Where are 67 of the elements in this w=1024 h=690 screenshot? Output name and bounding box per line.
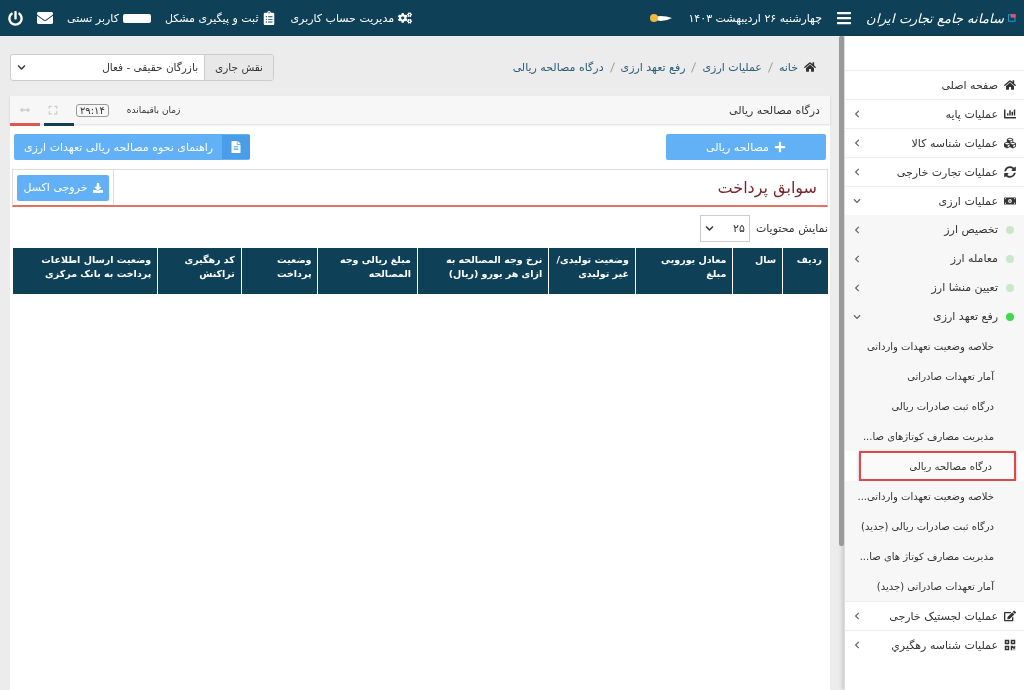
page-size-select[interactable]: ۲۵ [699,215,750,242]
notepad-icon [262,11,277,25]
submenu-link[interactable]: آمار تعهدات صادراتی [845,361,1024,391]
submenu-link[interactable]: آمار تعهدات صادراتی (جدید) [845,571,1024,601]
breadcrumb-link[interactable]: درگاه مصالحه ریالی [512,60,604,74]
breadcrumb-link[interactable]: خانه [778,60,798,74]
section-title: سوابق پرداخت [717,178,817,197]
sidebar-item[interactable]: صفحه اصلی [845,70,1024,99]
submenu-link[interactable]: مدیریت مصارف کوتاژهای صا... [845,421,1024,451]
qr-code-icon [1004,639,1016,651]
column-header: سال [732,248,783,294]
submenu-link[interactable]: مدیریت مصارف کوتاژ های صا... [845,541,1024,571]
plus-icon [773,141,786,153]
sidebar-item[interactable]: عملیات لجستیک خارجی [845,601,1024,630]
column-header: نرخ وجه المصالحه به ازای هر یورو (ریال) [416,248,549,294]
column-header: وضعیت ارسال اطلاعات پرداخت به بانک مرکزی [12,248,158,294]
chevron-down-icon [704,224,714,233]
header-link[interactable]: ثبت و پیگیری مشکل [164,11,277,25]
edit-icon [1004,610,1016,622]
submenu-link[interactable]: خلاصه وضعیت تعهدات وارداتی... [845,481,1024,511]
sidebar-item[interactable]: عملیات شناسه کالا [845,128,1024,157]
refresh-icon [1004,166,1016,178]
panel-title: درگاه مصالحه ریالی [729,103,820,117]
submenu-link[interactable]: درگاه ثبت صادرات ریالی (جدید) [845,511,1024,541]
column-header: وضعیت پرداخت [240,248,318,294]
submenu-link[interactable]: خلاصه وضعیت تعهدات وارداتی [845,331,1024,361]
sidebar-item[interactable]: عملیات پایه [845,99,1024,128]
download-icon [92,182,103,193]
settings-icon [398,11,413,25]
logo-text: سامانه جامع تجارت ایران [866,10,1005,26]
breadcrumb-link[interactable]: رفع تعهد ارزی [620,60,686,74]
breadcrumb-link[interactable]: عملیات ارزی [702,60,762,74]
bar-chart-icon [1004,108,1016,120]
column-header: معادل یورویی مبلغ [634,248,733,294]
role-select[interactable]: نقش جاری بازرگان حقیقی - فعال [10,53,274,81]
column-header: ردیف [782,248,828,294]
menu-icon[interactable] [836,10,852,26]
power-icon[interactable] [8,10,23,26]
cubes-icon [1004,137,1016,149]
scrollbar[interactable] [839,36,844,546]
submenu-item[interactable]: تخصیص ارز [845,215,1024,244]
slash-separator-icon [609,61,615,73]
submenu-link[interactable]: درگاه ثبت صادرات ریالی [845,391,1024,421]
column-header: وضعیت تولیدی/ غیر تولیدی [548,248,635,294]
date-text: چهارشنبه ۲۶ اردیبهشت ۱۴۰۳ [688,11,822,25]
home-icon [1004,79,1016,91]
document-icon [230,141,242,153]
submenu-item[interactable]: رفع تعهد ارزی [845,302,1024,331]
chevron-down-icon [17,62,26,72]
submenu-link[interactable]: درگاه مصالحه ریالی [859,451,1016,481]
mail-icon[interactable] [37,10,53,26]
id-tag-icon [122,13,151,23]
banknote-icon [1004,195,1016,207]
sidebar-item[interactable]: عملیات شناسه رهگیري [845,630,1024,659]
header-link[interactable]: مدیریت حساب کاربری [290,11,413,25]
slash-separator-icon [767,61,773,73]
timer: ۲۹:۱۴ [76,103,109,117]
user-name[interactable]: کاربر تستی [67,11,151,25]
submenu-item[interactable]: معامله ارز [845,244,1024,273]
home-icon [804,61,816,73]
page-size-label: نمایش محتویات [755,222,828,235]
column-header: کد رهگیری تراکنش [157,248,241,294]
sidebar-item[interactable]: عملیات تجارت خارجی [845,157,1024,186]
submenu-item[interactable]: تعیین منشا ارز [845,273,1024,302]
timer-label: زمان باقیمانده [126,105,181,115]
column-header: مبلغ ریالی وجه المصالحه [317,248,417,294]
slash-separator-icon [691,61,697,73]
